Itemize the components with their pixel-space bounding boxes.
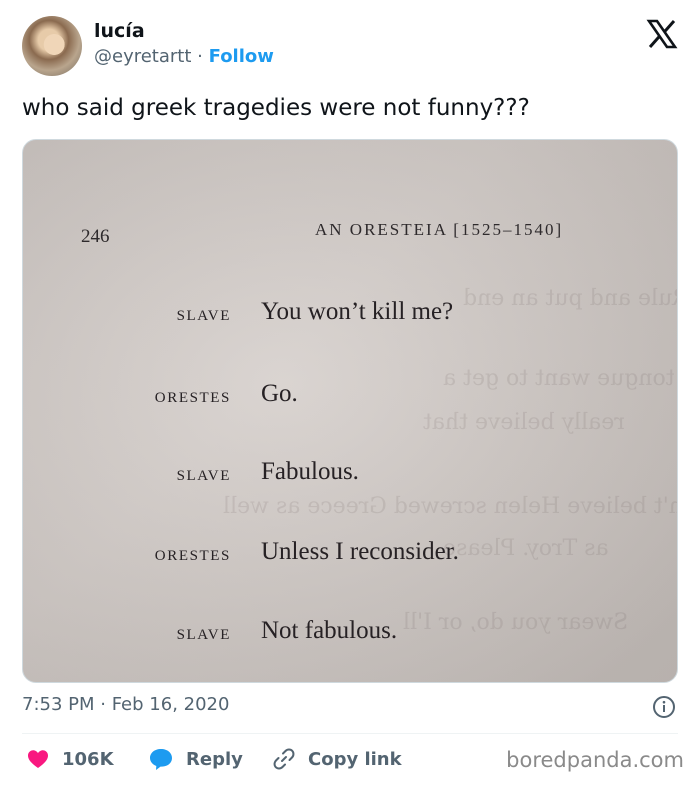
like-button[interactable]: 106K xyxy=(26,744,114,774)
speaker-name: SLAVE xyxy=(176,468,231,484)
tweet-header: lucía ⁣⁣ @eyretartt · Follow xyxy=(22,16,682,78)
speech-text: You won’t kill me? xyxy=(261,298,454,325)
speaker-name: ORESTES xyxy=(154,390,231,406)
speech-bubble-icon xyxy=(150,749,172,770)
copy-link-label: Copy link xyxy=(308,748,402,770)
follow-button[interactable]: Follow xyxy=(209,46,274,67)
page-number: 246 xyxy=(81,226,110,247)
speaker-name: ORESTES xyxy=(154,548,231,564)
dialogue-line: ORESTES Go. xyxy=(23,380,677,416)
tweet-card: lucía ⁣⁣ @eyretartt · Follow who said gr… xyxy=(0,0,700,785)
speaker-name: SLAVE xyxy=(176,308,231,324)
speaker-name: SLAVE xyxy=(176,627,231,643)
user-info: lucía ⁣⁣ @eyretartt · Follow xyxy=(94,18,274,70)
dialogue-line: SLAVE Not fabulous. xyxy=(23,617,677,653)
dialogue-line: SLAVE Fabulous. xyxy=(23,458,677,494)
reply-label: Reply xyxy=(186,748,243,770)
tweet-text: who said greek tragedies were not funny?… xyxy=(22,95,530,121)
info-icon[interactable] xyxy=(652,695,676,719)
copy-link-button[interactable]: Copy link xyxy=(272,744,402,774)
dialogue-line: SLAVE You won’t kill me? xyxy=(23,298,677,334)
handle-row: @eyretartt · Follow xyxy=(94,44,274,70)
watermark: boredpanda.com xyxy=(506,748,684,772)
tweet-timestamp[interactable]: 7:53 PM · Feb 16, 2020 xyxy=(22,692,229,718)
bleed-through-text: Don't believe Helen screwed Greece as we… xyxy=(223,494,678,519)
like-count: 106K xyxy=(62,748,114,770)
x-logo-icon[interactable] xyxy=(646,18,678,50)
speech-text: Go. xyxy=(261,380,298,407)
user-handle[interactable]: @eyretartt xyxy=(94,46,191,67)
speech-text: Not fabulous. xyxy=(261,617,398,644)
running-head: AN ORESTEIA [1525–1540] xyxy=(315,220,564,239)
link-icon xyxy=(273,748,295,770)
heart-icon xyxy=(28,750,48,768)
divider xyxy=(22,733,678,734)
dialogue-line: ORESTES Unless I reconsider. xyxy=(23,538,677,574)
speech-text: Unless I reconsider. xyxy=(261,538,459,565)
avatar[interactable] xyxy=(22,16,82,76)
tweet-photo[interactable]: Rule and put an end Your tongue want to … xyxy=(22,139,678,683)
reply-button[interactable]: Reply xyxy=(148,744,243,774)
display-name[interactable]: lucía ⁣⁣ xyxy=(94,18,274,44)
separator-dot: · xyxy=(197,46,203,67)
speech-text: Fabulous. xyxy=(261,458,359,485)
